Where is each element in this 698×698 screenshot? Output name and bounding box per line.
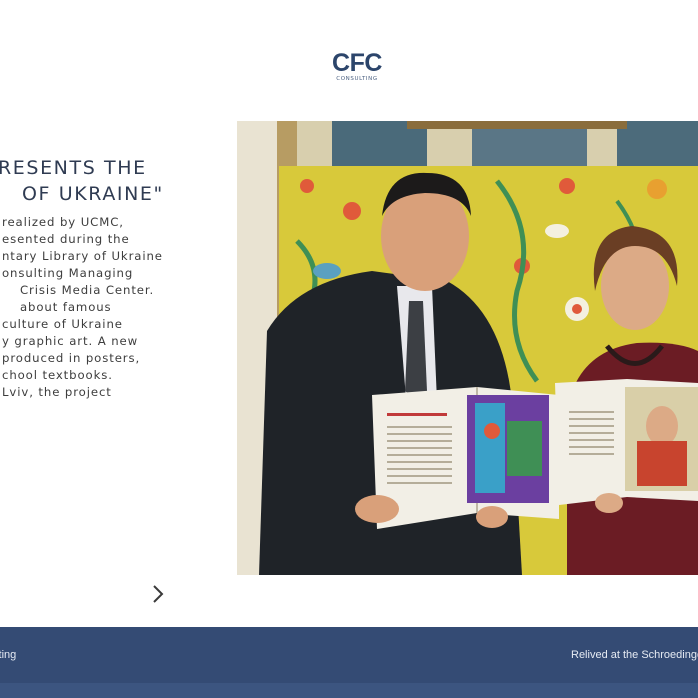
photo-illustration [237,121,698,575]
footer-left-link[interactable]: ulting [0,649,16,661]
article-body-line: Crisis Media Center. [20,283,155,297]
article-body-line: produced in posters, [2,351,141,365]
article-body-line: culture of Ukraine [2,317,123,331]
article-photo [237,121,698,575]
article-body-line: Lviv, the project [2,385,112,399]
article-title-line-1: RESENTS THE [0,157,147,179]
site-footer: ulting Relived at the Schroedinger's [0,627,698,683]
article-text-block: RESENTS THE OF UKRAINE" realized by UCMC… [0,155,193,401]
article-body-line: ntary Library of Ukraine [2,249,163,263]
carousel-next-button[interactable] [148,582,168,606]
article-body-line: onsulting Managing [2,266,134,280]
article-body-line: chool textbooks. [2,368,113,382]
cfc-consulting-logo[interactable]: CFC CONSULTING [329,50,385,84]
article-body-line: about famous [20,300,112,314]
footer-right-link[interactable]: Relived at the Schroedinger's [571,649,698,661]
article-title: RESENTS THE OF UKRAINE" [0,155,193,207]
logo-subtext: CONSULTING [336,76,378,82]
article-body-line: y graphic art. A new [2,334,139,348]
article-body-line: esented during the [2,232,130,246]
article-body-line: realized by UCMC, [2,215,124,229]
logo-mark: CFC [332,49,382,77]
article-body: realized by UCMC, esented during the nta… [0,214,193,401]
chevron-right-icon [153,585,164,603]
article-title-line-2: OF UKRAINE" [22,183,164,205]
footer-bottom-strip [0,683,698,698]
